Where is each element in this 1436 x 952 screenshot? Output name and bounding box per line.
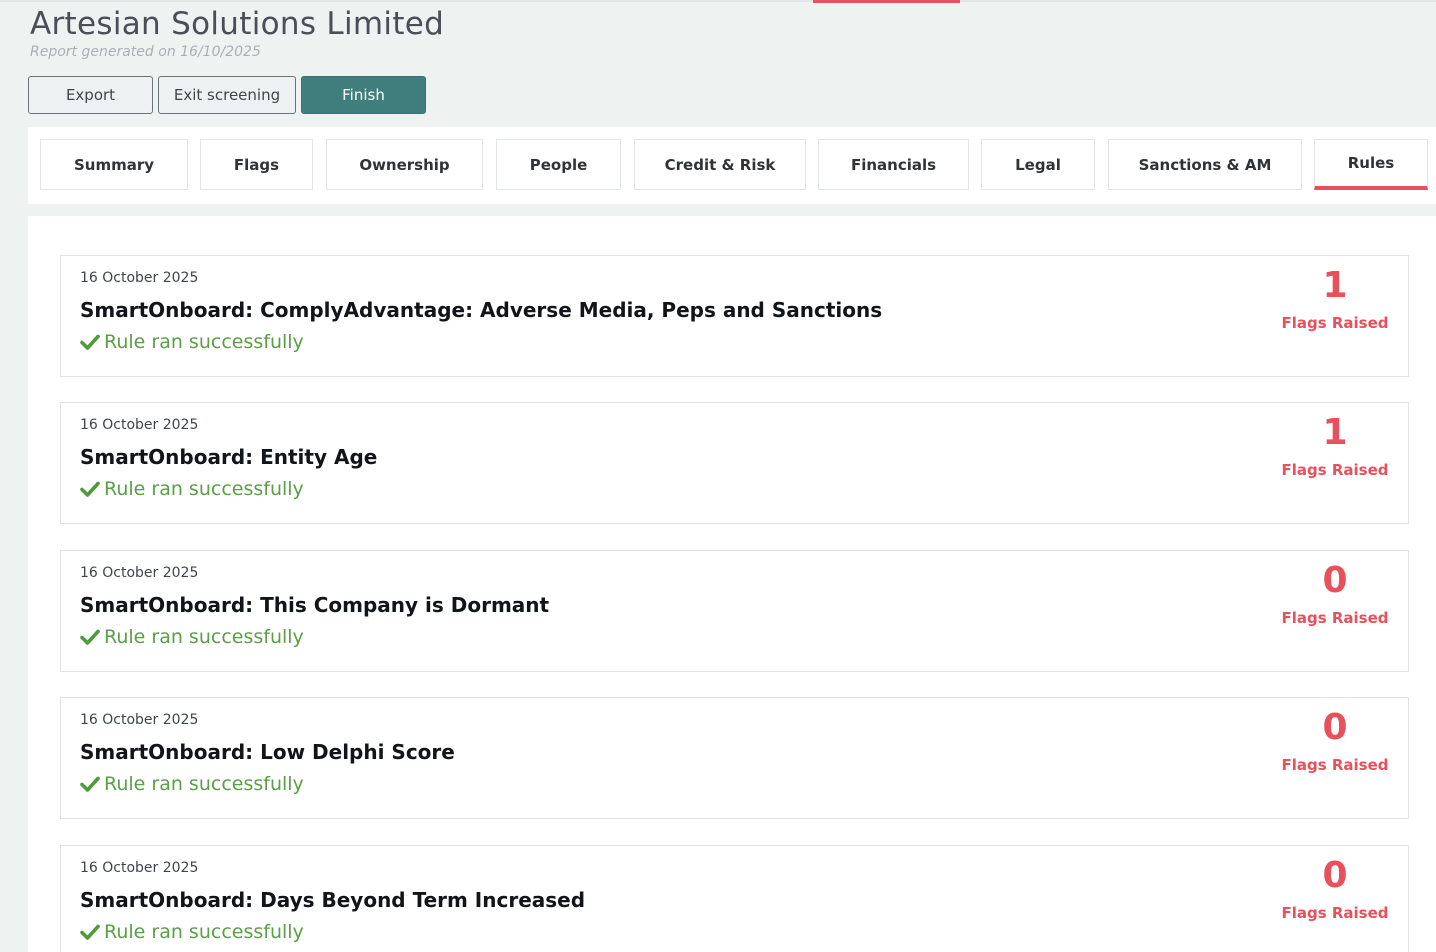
check-icon [80,629,100,645]
flags-raised-label: Flags Raised [1281,314,1389,332]
check-icon [80,334,100,350]
top-accent-bar [813,0,960,3]
rule-card: 16 October 2025 SmartOnboard: Entity Age… [60,402,1409,524]
flags-count: 0 [1322,707,1348,748]
rule-status-text: Rule ran successfully [104,626,304,648]
tab-legal[interactable]: Legal [981,139,1095,190]
tab-people[interactable]: People [496,139,621,190]
flags-count: 1 [1322,265,1348,306]
tab-financials[interactable]: Financials [818,139,969,190]
tab-flags[interactable]: Flags [200,139,313,190]
rule-title: SmartOnboard: Entity Age [80,445,378,469]
report-generated-date: Report generated on 16/10/2025 [30,44,261,60]
rule-status: Rule ran successfully [80,478,304,500]
export-button[interactable]: Export [28,76,153,114]
rule-status: Rule ran successfully [80,773,304,795]
tab-summary[interactable]: Summary [40,139,188,190]
rule-card: 16 October 2025 SmartOnboard: ComplyAdva… [60,255,1409,377]
flags-count: 0 [1322,560,1348,601]
tab-rules[interactable]: Rules [1314,139,1428,190]
rule-title: SmartOnboard: Days Beyond Term Increased [80,888,586,912]
exit-screening-button[interactable]: Exit screening [158,76,296,114]
flags-raised-label: Flags Raised [1281,904,1389,922]
rule-card: 16 October 2025 SmartOnboard: This Compa… [60,550,1409,672]
rule-title: SmartOnboard: This Company is Dormant [80,593,550,617]
tab-sanctions-am[interactable]: Sanctions & AM [1108,139,1302,190]
screening-report-page: Artesian Solutions Limited Report genera… [0,0,1436,952]
flags-raised-label: Flags Raised [1281,461,1389,479]
rule-status-text: Rule ran successfully [104,478,304,500]
flags-count: 0 [1322,855,1348,896]
top-border [0,0,1436,2]
check-icon [80,776,100,792]
tab-credit-risk[interactable]: Credit & Risk [634,139,806,190]
flags-count: 1 [1322,412,1348,453]
rule-status-text: Rule ran successfully [104,921,304,943]
tab-ownership[interactable]: Ownership [326,139,483,190]
rule-title: SmartOnboard: ComplyAdvantage: Adverse M… [80,298,883,322]
flags-raised-label: Flags Raised [1281,609,1389,627]
flags-raised-label: Flags Raised [1281,756,1389,774]
rule-card: 16 October 2025 SmartOnboard: Days Beyon… [60,845,1409,952]
check-icon [80,924,100,940]
rule-date: 16 October 2025 [80,270,199,286]
page-title: Artesian Solutions Limited [30,6,445,42]
rule-status: Rule ran successfully [80,331,304,353]
finish-button[interactable]: Finish [301,76,426,114]
rule-title: SmartOnboard: Low Delphi Score [80,740,455,764]
rule-date: 16 October 2025 [80,565,199,581]
check-icon [80,481,100,497]
rule-date: 16 October 2025 [80,860,199,876]
rules-panel: 16 October 2025 SmartOnboard: ComplyAdva… [28,216,1436,952]
rule-status-text: Rule ran successfully [104,331,304,353]
rule-card: 16 October 2025 SmartOnboard: Low Delphi… [60,697,1409,819]
rule-date: 16 October 2025 [80,712,199,728]
report-tabs: Summary Flags Ownership People Credit & … [28,127,1436,204]
rule-status-text: Rule ran successfully [104,773,304,795]
rule-status: Rule ran successfully [80,921,304,943]
rule-date: 16 October 2025 [80,417,199,433]
rule-status: Rule ran successfully [80,626,304,648]
